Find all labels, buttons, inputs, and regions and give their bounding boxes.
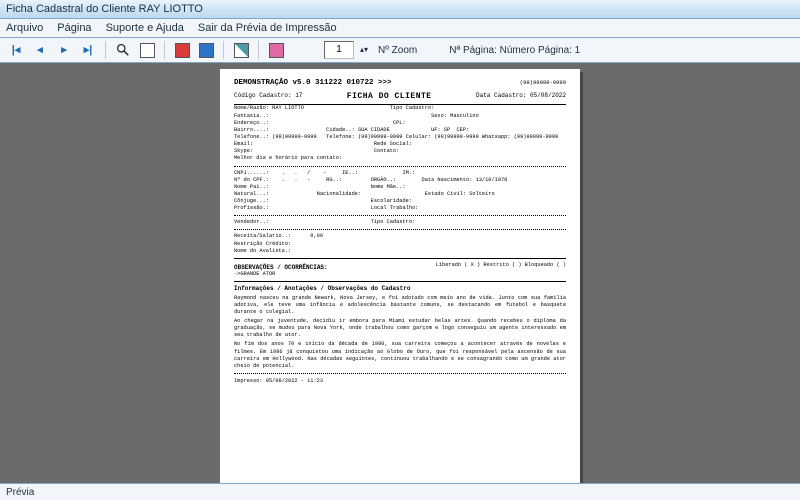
zoom-input[interactable]: 1: [324, 41, 354, 59]
toolbar: |◂ ◂ ▸ ▸| 1 ▴▾ Nº Zoom Nª Página: Número…: [0, 38, 800, 63]
obs-tag: ->GRANDE ATOR: [234, 271, 566, 278]
menu-bar: Arquivo Página Suporte e Ajuda Sair da P…: [0, 19, 800, 38]
square-pink-icon: [269, 43, 284, 58]
page-number-label: Nª Página: Número Página: 1: [449, 45, 580, 56]
info-para-2: Ao chegar na juventude, decidiu ir embor…: [234, 318, 566, 339]
documents-block: CNPJ......: . . / - IE..: IM.: Nº do CPF…: [234, 170, 566, 213]
tool-pink-button[interactable]: [266, 40, 286, 60]
divider-solid: [234, 258, 566, 259]
divider: [234, 373, 566, 374]
tool-red-button[interactable]: [172, 40, 192, 60]
info-para-1: Raymond nasceu na grande Newark, Nova Je…: [234, 295, 566, 316]
window-title: Ficha Cadastral do Cliente RAY LIOTTO: [6, 3, 203, 15]
menu-arquivo[interactable]: Arquivo: [6, 22, 43, 34]
finance-block: Receita/Salario..: 0,00 Restrição Crédit…: [234, 233, 566, 254]
menu-suporte[interactable]: Suporte e Ajuda: [106, 22, 184, 34]
codigo-cadastro: Código Cadastro: 17: [234, 92, 302, 102]
print-preview-window: Ficha Cadastral do Cliente RAY LIOTTO Ar…: [0, 0, 800, 500]
tool-teal-button[interactable]: [231, 40, 251, 60]
zoom-spinner[interactable]: ▴▾: [360, 46, 368, 54]
divider: [234, 215, 566, 216]
ficha-title: FICHA DO CLIENTE: [347, 92, 432, 102]
report-header-title: DEMONSTRAÇÃO v5.0 311222 010722 >>>: [234, 79, 392, 88]
nav-first-button[interactable]: |◂: [6, 40, 26, 60]
title-bar: Ficha Cadastral do Cliente RAY LIOTTO: [0, 0, 800, 19]
square-blue-icon: [199, 43, 214, 58]
identity-block: Nome/Razão: RAY LIOTTO Tipo Cadastro: Fa…: [234, 105, 566, 162]
vendor-block: Vendedor..: Tipo Cadastro:: [234, 219, 566, 226]
divider-solid: [234, 281, 566, 282]
magnifier-icon: [116, 43, 130, 57]
info-title: Informações / Anotações / Observações do…: [234, 285, 566, 293]
nav-next-button[interactable]: ▸: [54, 40, 74, 60]
tool-blue-button[interactable]: [196, 40, 216, 60]
page-icon: [140, 43, 155, 58]
preview-workspace[interactable]: DEMONSTRAÇÃO v5.0 311222 010722 >>> (99)…: [0, 63, 800, 483]
divider: [234, 166, 566, 167]
menu-sair[interactable]: Sair da Prévia de Impressão: [198, 22, 337, 34]
nav-last-button[interactable]: ▸|: [78, 40, 98, 60]
zoom-tool-button[interactable]: [113, 40, 133, 60]
square-teal-icon: [234, 43, 249, 58]
report-header-tel: (99)99999-9999: [520, 80, 566, 87]
status-label: Prévia: [6, 487, 34, 498]
page-view-button[interactable]: [137, 40, 157, 60]
info-para-3: No fim dos anos 70 e início da década de…: [234, 341, 566, 370]
menu-pagina[interactable]: Página: [57, 22, 91, 34]
nav-prev-button[interactable]: ◂: [30, 40, 50, 60]
separator: [105, 41, 106, 59]
status-bar: Prévia: [0, 483, 800, 500]
divider: [234, 229, 566, 230]
obs-flags: Liberado ( X ) Restrito ( ) Bloqueado ( …: [436, 262, 566, 272]
report-page: DEMONSTRAÇÃO v5.0 311222 010722 >>> (99)…: [220, 69, 580, 483]
impresso-stamp: Impresso: 05/08/2022 - 11:23: [234, 378, 566, 385]
zoom-label: Nº Zoom: [378, 45, 417, 56]
separator: [258, 41, 259, 59]
square-red-icon: [175, 43, 190, 58]
obs-title: OBSERVAÇÕES / OCORRÊNCIAS:: [234, 264, 328, 272]
separator: [164, 41, 165, 59]
separator: [223, 41, 224, 59]
data-cadastro: Data Cadastro: 05/08/2022: [476, 92, 566, 102]
